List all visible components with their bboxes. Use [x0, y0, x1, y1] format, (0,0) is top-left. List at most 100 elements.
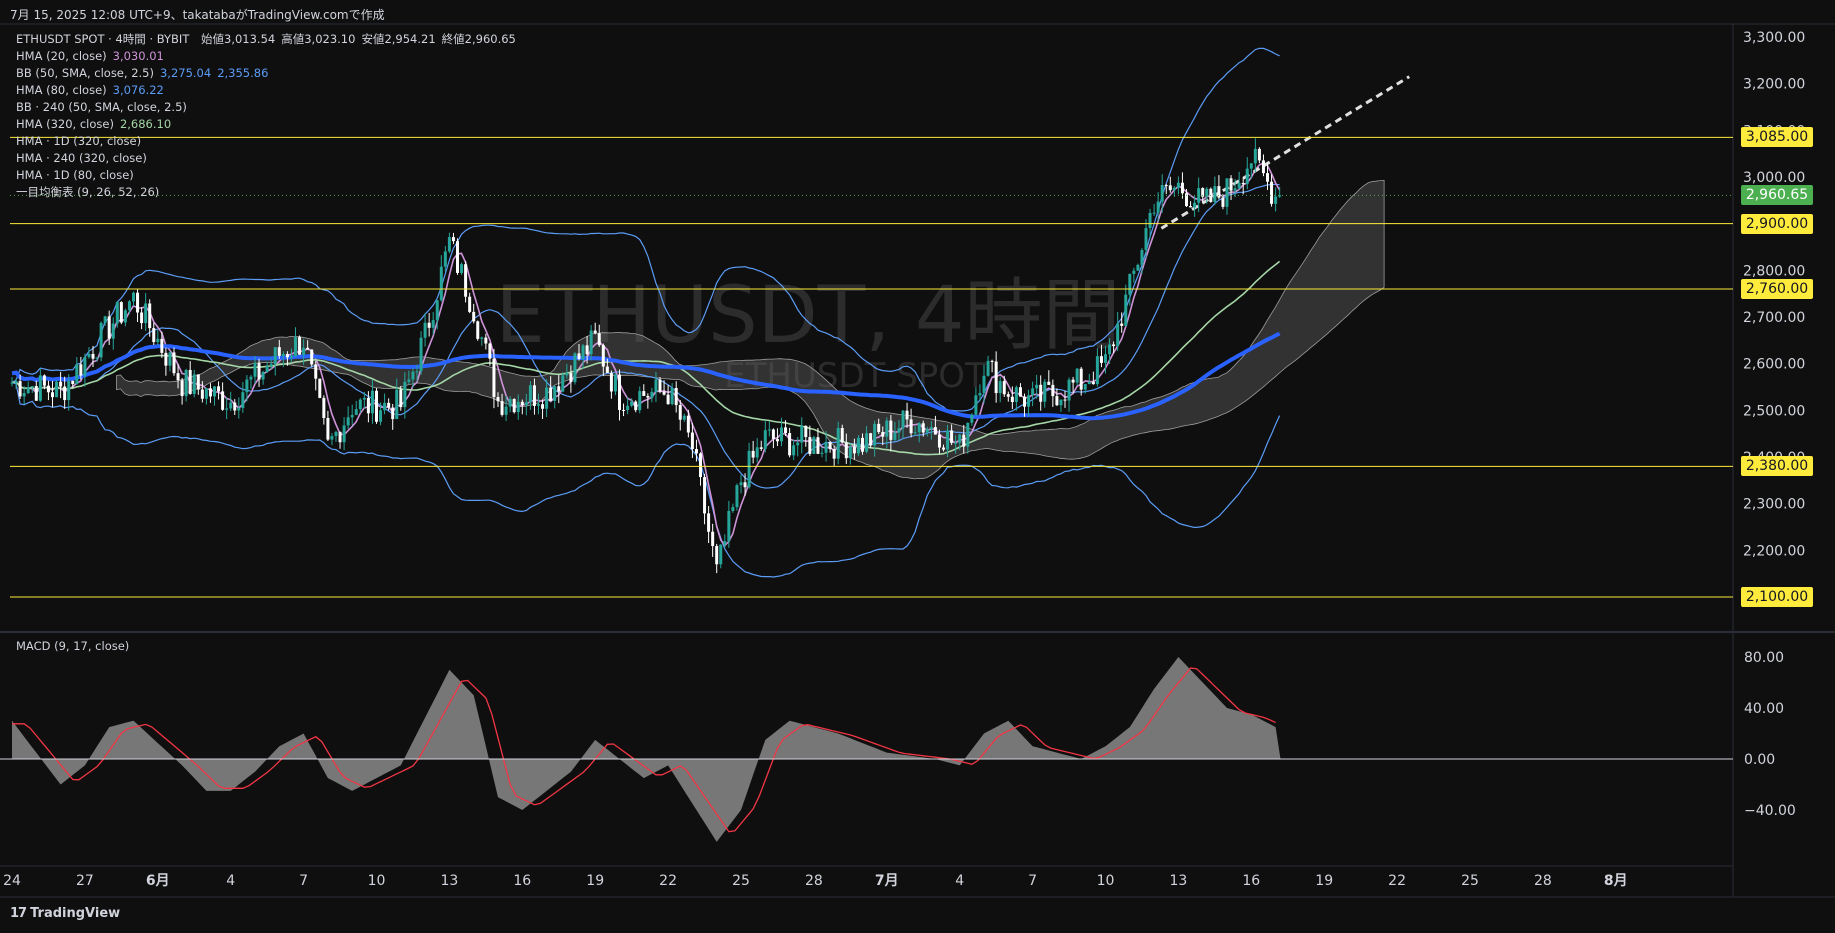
- candle-body: [456, 241, 459, 273]
- candle-body: [541, 404, 545, 409]
- candle-body: [67, 380, 71, 401]
- time-tick-label: 13: [1169, 873, 1187, 889]
- candle-body: [832, 449, 836, 459]
- candle-body: [634, 401, 638, 411]
- candle-body: [674, 387, 678, 406]
- candle-body: [460, 264, 464, 273]
- tradingview-logo[interactable]: 𝟭𝟳 TradingView: [10, 906, 120, 921]
- candle-body: [119, 302, 123, 323]
- indicator-row[interactable]: HMA (320, close) 2,686.10: [16, 116, 516, 133]
- candle-body: [788, 433, 792, 456]
- candle-body: [1104, 354, 1107, 363]
- candle-body: [1136, 264, 1140, 271]
- ohlc-value: 3,023.10: [304, 32, 356, 46]
- candle-body: [569, 373, 573, 383]
- candle-body: [917, 423, 921, 433]
- macd-legend[interactable]: MACD (9, 17, close): [16, 639, 129, 653]
- symbol-row[interactable]: ETHUSDT SPOT · 4時間 · BYBIT 始値3,013.54 高値3…: [16, 31, 516, 48]
- candle-body: [1128, 273, 1132, 295]
- candle-body: [1213, 186, 1217, 202]
- indicator-value: 2,355.86: [217, 66, 269, 80]
- indicator-row[interactable]: 一目均衡表 (9, 26, 52, 26): [16, 184, 516, 201]
- candle-body: [79, 364, 83, 376]
- candle-body: [767, 429, 771, 431]
- candle-body: [707, 513, 711, 532]
- level-price-tag[interactable]: 3,085.00: [1741, 127, 1813, 148]
- candle-body: [115, 302, 119, 324]
- indicator-name: HMA · 1D (320, close): [16, 134, 142, 148]
- indicator-row[interactable]: HMA · 1D (320, close): [16, 133, 516, 150]
- candle-body: [824, 442, 828, 453]
- indicator-name: HMA (320, close): [16, 117, 114, 131]
- candle-body: [1225, 178, 1229, 207]
- candle-body: [942, 447, 945, 450]
- indicator-row[interactable]: HMA · 240 (320, close): [16, 150, 516, 167]
- candle-body: [933, 427, 937, 435]
- candle-body: [1055, 396, 1059, 406]
- candle-body: [257, 362, 261, 380]
- candle-body: [241, 392, 245, 408]
- candle-body: [83, 357, 87, 376]
- candle-body: [1087, 381, 1091, 385]
- candle-body: [472, 311, 476, 322]
- candle-body: [1051, 384, 1055, 397]
- candle-body: [484, 337, 488, 344]
- indicator-row[interactable]: HMA · 1D (80, close): [16, 167, 516, 184]
- time-tick-label: 8月: [1604, 873, 1628, 889]
- candle-body: [739, 482, 743, 486]
- indicator-name: HMA (80, close): [16, 83, 107, 97]
- level-price-tag[interactable]: 2,900.00: [1741, 213, 1813, 234]
- candle-body: [1124, 294, 1128, 326]
- candle-body: [443, 251, 447, 267]
- candle-body: [561, 375, 565, 392]
- candle-body: [1245, 168, 1249, 184]
- indicator-row[interactable]: BB · 240 (50, SMA, close, 2.5): [16, 99, 516, 116]
- candle-body: [1274, 196, 1278, 204]
- candle-body: [804, 425, 808, 438]
- candle-body: [1156, 201, 1160, 213]
- current-price-tag[interactable]: 2,960.65: [1741, 185, 1813, 206]
- candle-body: [553, 386, 557, 401]
- level-price-tag[interactable]: 2,100.00: [1741, 587, 1813, 607]
- candle-body: [192, 374, 196, 394]
- level-price-tag[interactable]: 2,760.00: [1741, 279, 1813, 299]
- candle-body: [881, 431, 885, 437]
- candle-body: [1253, 148, 1257, 164]
- candle-body: [156, 338, 160, 343]
- candle-body: [148, 303, 152, 329]
- candle-body: [91, 353, 95, 359]
- price-tick-label: 3,000.00: [1743, 170, 1805, 186]
- candle-body: [354, 409, 358, 415]
- candle-body: [654, 379, 658, 392]
- tradingview-logo-icon: 𝟭𝟳: [10, 906, 27, 921]
- candle-body: [132, 292, 135, 302]
- candle-body: [974, 395, 978, 415]
- candle-body: [946, 430, 950, 450]
- candle-body: [346, 417, 350, 426]
- candle-body: [314, 364, 318, 379]
- candle-body: [1039, 384, 1043, 402]
- indicator-value: 3,076.22: [112, 83, 164, 97]
- candle-body: [123, 310, 127, 323]
- candle-body: [366, 397, 370, 414]
- candle-body: [476, 321, 480, 339]
- candle-body: [245, 379, 249, 393]
- candle-body: [431, 320, 435, 328]
- candle-body: [1002, 381, 1006, 395]
- candle-body: [302, 347, 306, 355]
- candle-body: [144, 303, 148, 324]
- candle-body: [172, 352, 176, 374]
- candle-body: [1071, 379, 1075, 383]
- candle-body: [1075, 368, 1079, 383]
- candle-body: [585, 345, 589, 355]
- candle-body: [464, 264, 468, 297]
- indicator-row[interactable]: HMA (80, close) 3,076.22: [16, 82, 516, 99]
- candle-body: [581, 345, 585, 360]
- indicator-row[interactable]: HMA (20, close) 3,030.01: [16, 48, 516, 65]
- indicator-row[interactable]: BB (50, SMA, close, 2.5) 3,275.04 2,355.86: [16, 65, 516, 82]
- candle-body: [164, 352, 168, 366]
- candle-body: [966, 422, 970, 447]
- level-price-tag[interactable]: 2,380.00: [1741, 456, 1813, 477]
- candle-body: [42, 375, 46, 386]
- indicator-value: 2,686.10: [119, 117, 172, 131]
